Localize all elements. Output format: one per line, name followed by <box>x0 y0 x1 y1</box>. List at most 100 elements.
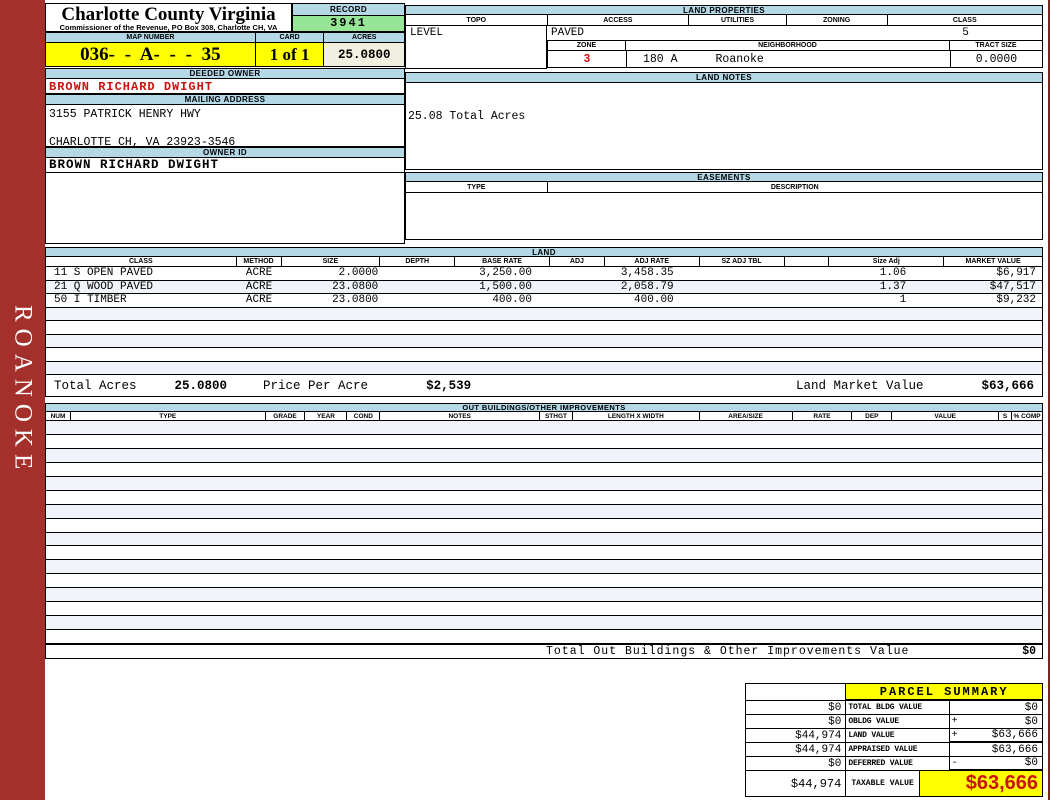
table-row <box>46 533 1042 547</box>
price-per-acre-value: $2,539 <box>426 379 471 393</box>
land-size: 23.0800 <box>282 281 381 293</box>
ob-col-rate: RATE <box>793 412 853 420</box>
summary-left-value: $44,974 <box>746 743 846 757</box>
land-market-value: $9,232 <box>944 294 1042 306</box>
land-class: 11 S OPEN PAVED <box>46 267 237 279</box>
land-market-value-total: $63,666 <box>981 379 1034 393</box>
topo-header: TOPO <box>406 15 548 25</box>
table-row <box>46 421 1042 435</box>
easement-description-label: DESCRIPTION <box>548 182 1042 192</box>
land-base-rate: 1,500.00 <box>455 281 550 293</box>
taxable-left-value: $44,974 <box>746 771 846 796</box>
summary-operator: - <box>950 758 964 769</box>
table-row <box>46 546 1042 560</box>
land-col-depth: DEPTH <box>380 257 455 266</box>
easements-title: EASEMENTS <box>405 172 1043 182</box>
ob-col-type: TYPE <box>71 412 266 420</box>
zone-value: 3 <box>548 53 626 66</box>
land-totals-row: Total Acres 25.0800 Price Per Acre $2,53… <box>45 375 1043 397</box>
zone-value-row: 3 180 A Roanoke 0.0000 <box>547 51 1043 68</box>
summary-right-value: $63,666 <box>964 729 1042 741</box>
parcel-summary-title: PARCEL SUMMARY <box>846 684 1042 701</box>
map-number-value: 036- - A- - - 35 <box>46 43 256 66</box>
map-number-label: MAP NUMBER <box>46 33 256 42</box>
land-notes-box: 25.08 Total Acres <box>405 83 1043 170</box>
easements-box <box>405 193 1043 240</box>
neighborhood-name: Roanoke <box>716 53 764 66</box>
mailing-address-label: MAILING ADDRESS <box>45 94 405 105</box>
ob-col-num: NUM <box>46 412 71 420</box>
land-col-adj-rate: ADJ RATE <box>605 257 700 266</box>
tract-size-value: 0.0000 <box>950 51 1042 67</box>
ob-col-year: YEAR <box>305 412 347 420</box>
map-header-row: MAP NUMBER CARD ACRES <box>45 32 405 43</box>
table-row <box>46 348 1042 362</box>
tract-size-label: TRACT SIZE <box>950 41 1042 50</box>
table-row: 11 S OPEN PAVEDACRE2.00003,250.003,458.3… <box>46 267 1042 281</box>
map-value-row: 036- - A- - - 35 1 of 1 25.0800 <box>45 43 405 67</box>
zoning-header: ZONING <box>787 15 888 25</box>
summary-blank-cell <box>746 684 846 701</box>
ob-total-value: $0 <box>1022 645 1036 658</box>
neighborhood-label: NEIGHBORHOOD <box>626 41 950 50</box>
summary-right-value: $0 <box>964 757 1042 769</box>
land-market-value: $47,517 <box>944 281 1042 293</box>
land-market-value: $6,917 <box>944 267 1042 279</box>
land-market-value-label: Land Market Value <box>796 379 924 393</box>
ob-col-dep: DEP <box>852 412 892 420</box>
land-class: 50 I TIMBER <box>46 294 237 306</box>
land-properties-title: LAND PROPERTIES <box>405 5 1043 15</box>
land-size-adj: 1.06 <box>829 267 944 279</box>
land-col-base-rate: BASE RATE <box>455 257 550 266</box>
table-row <box>46 435 1042 449</box>
table-row <box>46 560 1042 574</box>
summary-right-value: $0 <box>964 702 1042 714</box>
record-box: RECORD 3941 <box>292 3 405 32</box>
neighborhood-value: 180 A Roanoke <box>626 51 950 67</box>
access-value: PAVED <box>551 27 584 39</box>
land-method: ACRE <box>237 281 282 293</box>
ob-col-notes: NOTES <box>380 412 540 420</box>
table-row <box>46 335 1042 349</box>
ob-col-cond: COND <box>347 412 380 420</box>
summary-label: APPRAISED VALUE <box>846 743 949 757</box>
table-row <box>46 491 1042 505</box>
zone-label: ZONE <box>548 41 626 50</box>
table-row <box>46 602 1042 616</box>
summary-operator: + <box>950 730 964 741</box>
price-per-acre-label: Price Per Acre <box>263 379 368 393</box>
owner-empty-box <box>45 173 405 244</box>
record-card: Charlotte County Virginia Commissioner o… <box>45 0 1043 800</box>
summary-right-value: $63,666 <box>964 744 1042 756</box>
summary-row-total-bldg: $0 TOTAL BLDG VALUE $0 <box>746 701 1042 715</box>
table-row <box>46 574 1042 588</box>
ob-col-value: VALUE <box>892 412 999 420</box>
table-row <box>46 449 1042 463</box>
table-row <box>46 321 1042 335</box>
acres-value: 25.0800 <box>324 43 404 66</box>
summary-left-value: $44,974 <box>746 729 846 743</box>
summary-row-deferred: $0 DEFERRED VALUE -$0 <box>746 757 1042 771</box>
parcel-summary-header: PARCEL SUMMARY <box>746 684 1042 701</box>
table-row <box>46 477 1042 491</box>
easements-header-row: TYPE DESCRIPTION <box>405 182 1043 193</box>
table-row <box>46 519 1042 533</box>
land-size: 2.0000 <box>282 267 381 279</box>
out-buildings-total-row: Total Out Buildings & Other Improvements… <box>45 644 1043 659</box>
table-row <box>46 588 1042 602</box>
summary-label: LAND VALUE <box>846 729 949 743</box>
total-acres-label: Total Acres <box>54 379 137 393</box>
card-value: 1 of 1 <box>256 43 325 66</box>
summary-row-obldg: $0 OBLDG VALUE +$0 <box>746 715 1042 729</box>
table-row <box>46 308 1042 322</box>
land-size-adj: 1 <box>829 294 944 306</box>
record-value: 3941 <box>292 16 405 32</box>
record-label: RECORD <box>292 3 405 16</box>
summary-left-value: $0 <box>746 757 846 771</box>
land-col-size-adj: Size Adj <box>829 257 944 266</box>
land-col-sz-adj-tbl: SZ ADJ TBL <box>700 257 785 266</box>
table-row: 21 Q WOOD PAVEDACRE23.08001,500.002,058.… <box>46 281 1042 295</box>
easement-type-label: TYPE <box>406 182 548 192</box>
summary-label: DEFERRED VALUE <box>846 757 949 771</box>
acres-label: ACRES <box>324 33 404 42</box>
